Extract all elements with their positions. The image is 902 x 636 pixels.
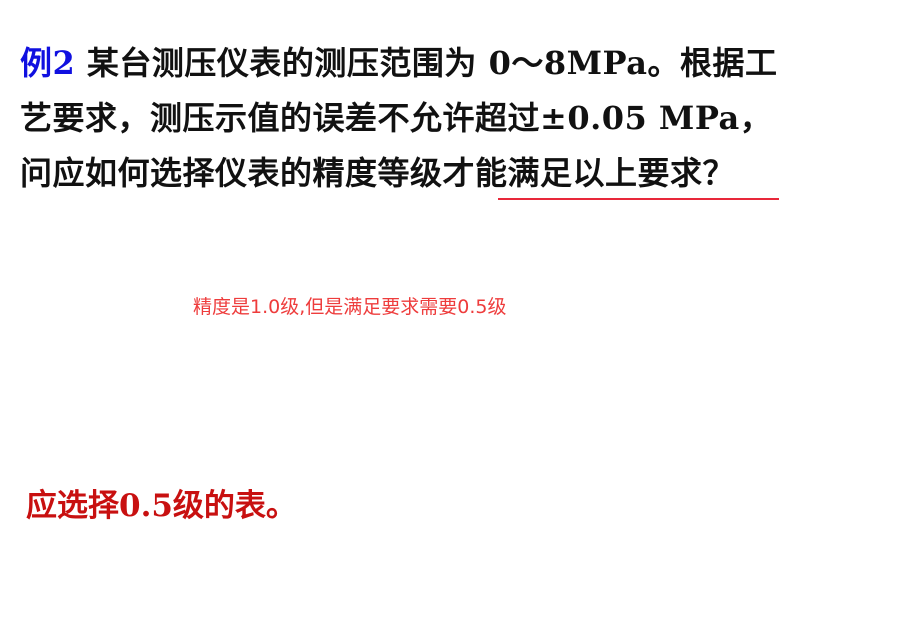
- question-line-1: 例2 某台测压仪表的测压范围为 0～8MPa。根据工: [20, 36, 895, 91]
- question-text: 例2 某台测压仪表的测压范围为 0～8MPa。根据工 艺要求，测压示值的误差不允…: [20, 36, 895, 201]
- answer-text: 应选择0.5级的表。: [26, 488, 297, 524]
- red-underline: [498, 198, 779, 200]
- question-line-2: 艺要求，测压示值的误差不允许超过±0.05 MPa，: [20, 99, 773, 137]
- annotation-note: 精度是1.0级,但是满足要求需要0.5级: [193, 296, 507, 318]
- question-line-1-text: 某台测压仪表的测压范围为 0～8MPa。根据工: [75, 44, 778, 82]
- example-label: 例2: [20, 44, 76, 82]
- question-line-3: 问应如何选择仪表的精度等级才能满足以上要求？: [20, 154, 736, 192]
